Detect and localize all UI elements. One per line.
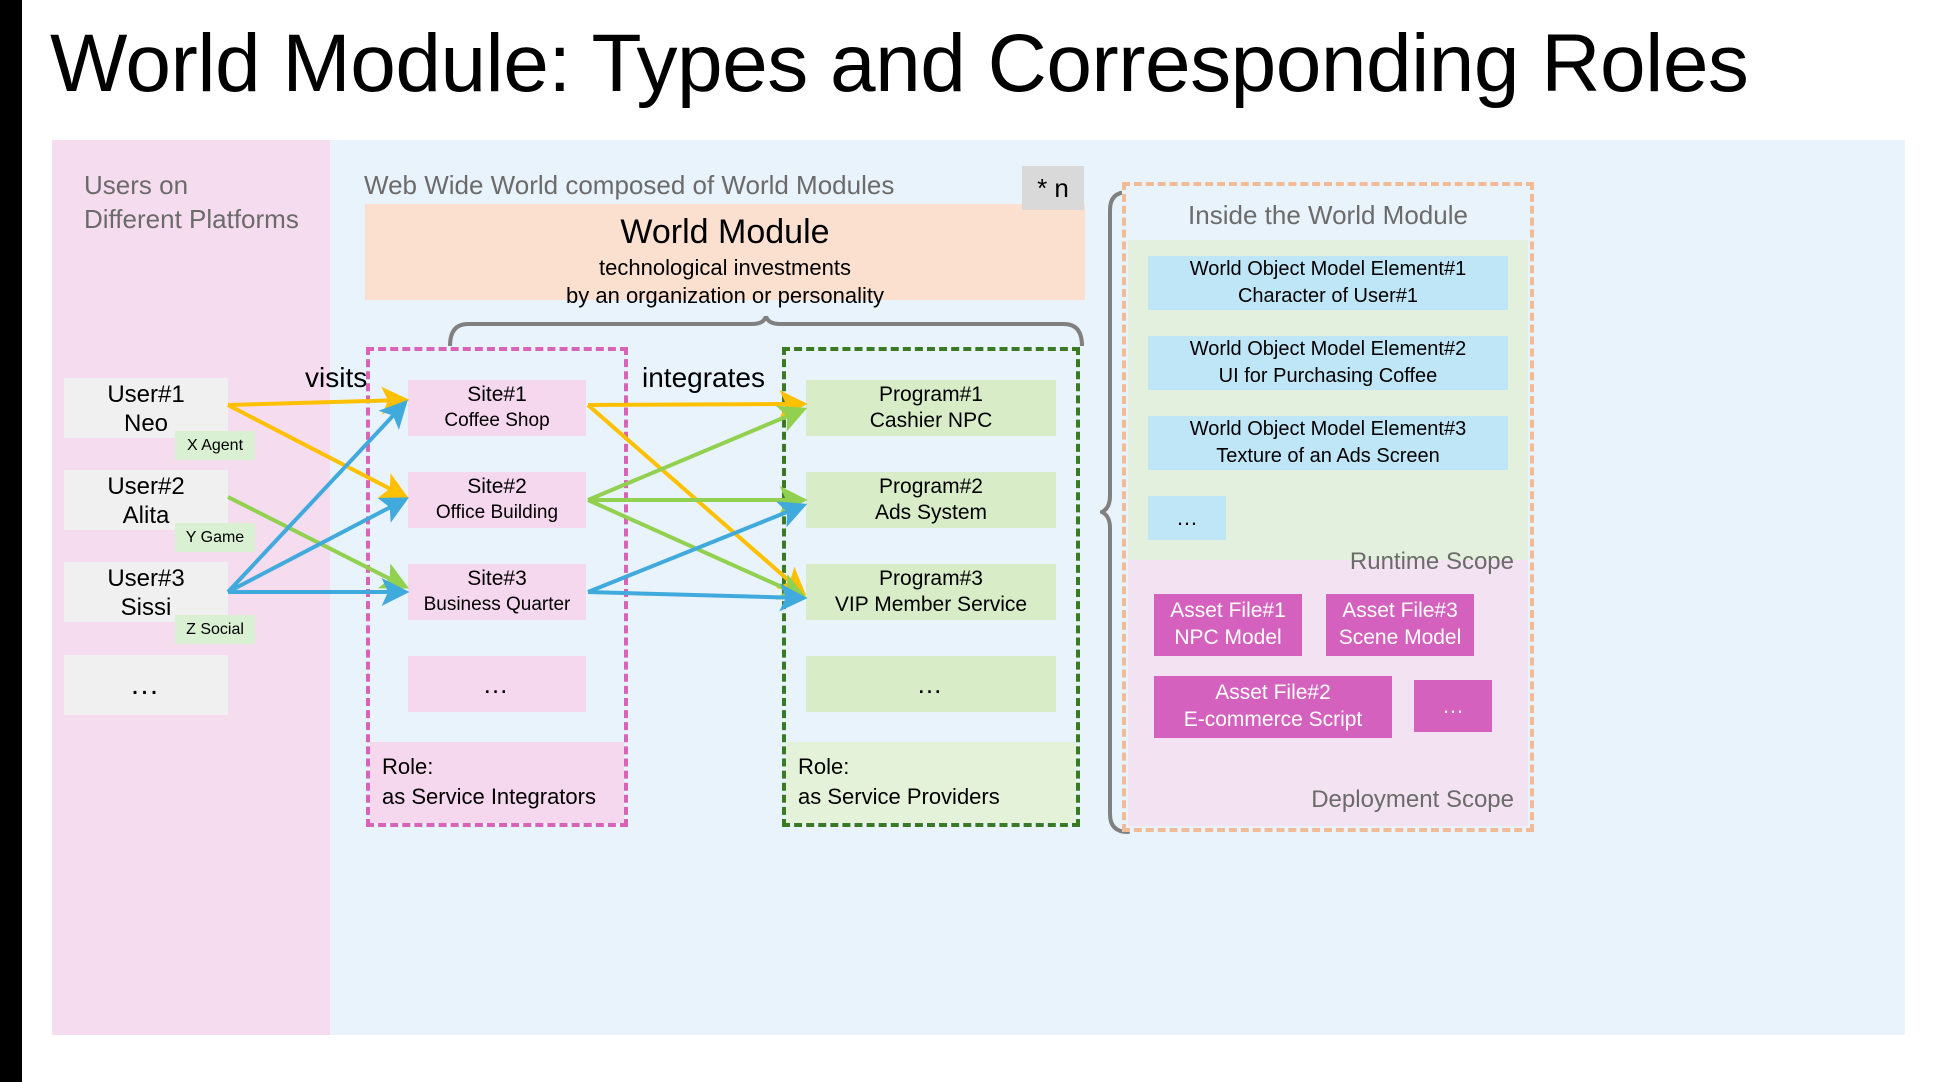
- asset-id: Asset File#3: [1342, 599, 1458, 622]
- site-id: Site#1: [467, 383, 527, 406]
- www-panel-caption: Web Wide World composed of World Modules: [364, 170, 895, 200]
- programs-role-line1: Role:: [798, 754, 850, 779]
- user-id: User#1: [107, 381, 185, 408]
- users-panel-caption: Users on Different Platforms: [84, 168, 324, 236]
- sites-role-box: Role: as Service Integrators: [370, 742, 624, 823]
- horizontal-brace: [448, 316, 1084, 346]
- user-card[interactable]: User#1 Neo: [64, 378, 228, 438]
- user-card-ellipsis: …: [64, 655, 228, 715]
- site-card[interactable]: Site#1 Coffee Shop: [408, 380, 586, 436]
- world-object-model-card[interactable]: World Object Model Element#2 UI for Purc…: [1148, 336, 1508, 390]
- user-ellipsis: …: [129, 668, 163, 701]
- runtime-scope-label: Runtime Scope: [1349, 548, 1514, 575]
- site-card[interactable]: Site#3 Business Quarter: [408, 564, 586, 620]
- wom-id: World Object Model Element#2: [1189, 338, 1467, 360]
- diagram-canvas: World Module: Types and Corresponding Ro…: [22, 0, 1940, 1082]
- site-id: Site#3: [467, 567, 527, 590]
- world-object-model-card[interactable]: World Object Model Element#1 Character o…: [1148, 256, 1508, 310]
- visits-edge-label: visits: [305, 362, 368, 393]
- wom-name: Character of User#1: [1237, 285, 1419, 307]
- site-name: Business Quarter: [423, 594, 571, 615]
- site-name: Office Building: [435, 502, 559, 523]
- site-card[interactable]: Site#2 Office Building: [408, 472, 586, 528]
- site-name: Coffee Shop: [444, 410, 550, 431]
- wom-id: World Object Model Element#1: [1189, 258, 1467, 280]
- world-module-subtitle-line1: technological investments: [599, 255, 851, 280]
- programs-role-box: Role: as Service Providers: [786, 742, 1076, 823]
- platform-tag: Z Social: [175, 615, 255, 644]
- sites-role-line2: as Service Integrators: [382, 784, 596, 809]
- asset-name: Scene Model: [1338, 626, 1462, 649]
- integrates-edge-label: integrates: [642, 362, 765, 393]
- user-card[interactable]: User#3 Sissi: [64, 562, 228, 622]
- program-card[interactable]: Program#2 Ads System: [806, 472, 1056, 528]
- site-card-ellipsis: …: [408, 656, 586, 712]
- asset-name: NPC Model: [1174, 626, 1282, 649]
- deployment-scope-label: Deployment Scope: [1311, 786, 1514, 813]
- asset-id: Asset File#2: [1215, 681, 1331, 704]
- world-module-box: World Module technological investments b…: [365, 204, 1085, 308]
- program-id: Program#3: [879, 567, 983, 590]
- program-card[interactable]: Program#1 Cashier NPC: [806, 380, 1056, 436]
- sites-role-line1: Role:: [382, 754, 434, 779]
- program-name: VIP Member Service: [834, 593, 1028, 616]
- wom-name: UI for Purchasing Coffee: [1218, 365, 1438, 387]
- world-object-model-card-ellipsis: …: [1148, 496, 1226, 540]
- platform-tag: Y Game: [175, 523, 255, 552]
- user-card[interactable]: User#2 Alita: [64, 470, 228, 530]
- users-caption-line1: Users on: [84, 170, 189, 200]
- users-caption-line2: Different Platforms: [84, 204, 299, 234]
- asset-file-card-ellipsis: …: [1414, 680, 1492, 732]
- page-title: World Module: Types and Corresponding Ro…: [50, 18, 1749, 109]
- program-id: Program#1: [879, 383, 983, 406]
- program-name: Cashier NPC: [869, 409, 993, 432]
- multiplicity-badge: * n: [1022, 166, 1084, 210]
- programs-role-line2: as Service Providers: [798, 784, 1000, 809]
- program-name: Ads System: [874, 501, 988, 524]
- user-id: User#2: [107, 473, 185, 500]
- wom-name: Texture of an Ads Screen: [1216, 445, 1440, 467]
- platform-tag: X Agent: [175, 431, 255, 460]
- world-module-title: World Module: [620, 213, 830, 251]
- user-id: User#3: [107, 565, 185, 592]
- program-card-ellipsis: …: [806, 656, 1056, 712]
- program-id: Program#2: [879, 475, 983, 498]
- program-card[interactable]: Program#3 VIP Member Service: [806, 564, 1056, 620]
- world-module-subtitle-line2: by an organization or personality: [566, 283, 884, 308]
- asset-file-card[interactable]: Asset File#1 NPC Model: [1154, 594, 1302, 656]
- site-id: Site#2: [467, 475, 527, 498]
- asset-id: Asset File#1: [1170, 599, 1286, 622]
- world-object-model-card[interactable]: World Object Model Element#3 Texture of …: [1148, 416, 1508, 470]
- wom-id: World Object Model Element#3: [1189, 418, 1467, 440]
- asset-file-card[interactable]: Asset File#3 Scene Model: [1326, 594, 1474, 656]
- inside-world-module-title: Inside the World Module: [1188, 200, 1468, 230]
- asset-file-card[interactable]: Asset File#2 E-commerce Script: [1154, 676, 1392, 738]
- asset-name: E-commerce Script: [1183, 708, 1363, 731]
